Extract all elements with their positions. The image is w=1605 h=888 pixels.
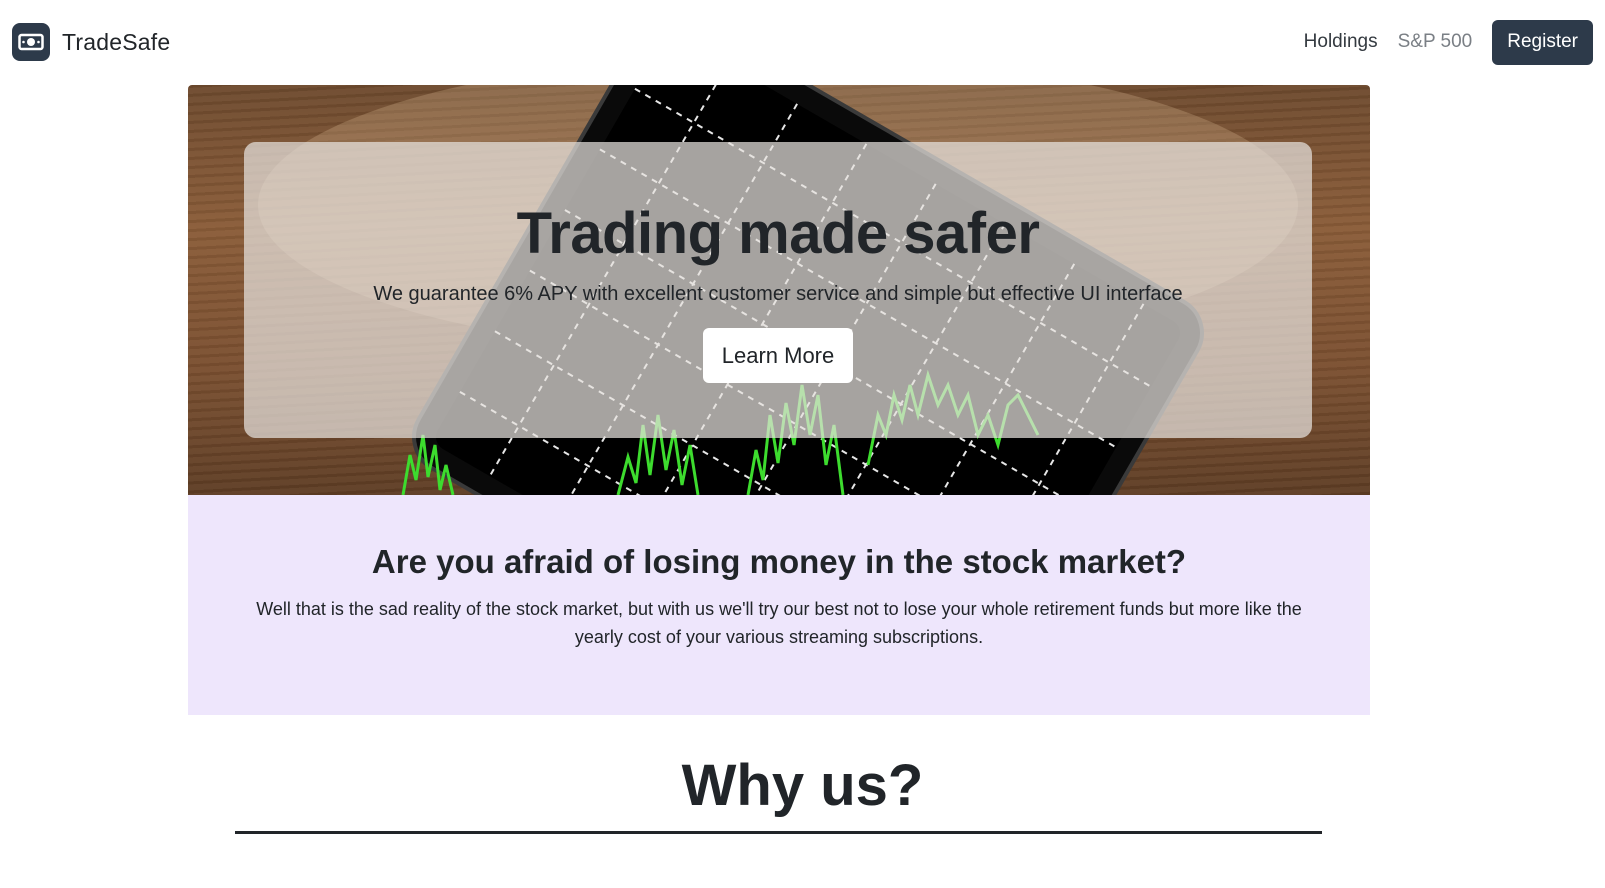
afraid-section: Are you afraid of losing money in the st… [188, 495, 1370, 715]
brand-link[interactable]: TradeSafe [12, 22, 170, 62]
banknote-icon [12, 23, 50, 61]
hero-card: Trading made safer We guarantee 6% APY w… [244, 142, 1312, 438]
navbar: TradeSafe Holdings S&P 500 Register [0, 0, 1605, 85]
register-button[interactable]: Register [1492, 19, 1593, 65]
nav-link-sp500[interactable]: S&P 500 [1398, 31, 1473, 53]
hero-section: Trading made safer We guarantee 6% APY w… [188, 85, 1370, 495]
why-us-divider [235, 831, 1322, 834]
nav-link-holdings[interactable]: Holdings [1304, 31, 1378, 53]
hero-title: Trading made safer [516, 201, 1040, 266]
brand-name: TradeSafe [62, 28, 171, 55]
learn-more-button[interactable]: Learn More [702, 328, 854, 383]
afraid-heading: Are you afraid of losing money in the st… [371, 543, 1187, 580]
nav-links: Holdings S&P 500 Register [1304, 19, 1593, 65]
hero-subtitle: We guarantee 6% APY with excellent custo… [373, 283, 1183, 305]
afraid-body: Well that is the sad reality of the stoc… [256, 599, 1302, 647]
why-us-title: Why us? [681, 753, 924, 818]
